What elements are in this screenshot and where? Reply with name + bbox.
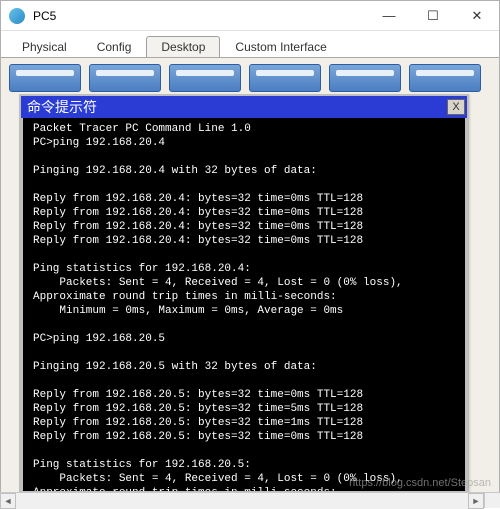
command-prompt-window: 命令提示符 X Packet Tracer PC Command Line 1.… xyxy=(19,94,469,495)
maximize-button[interactable]: ☐ xyxy=(411,1,455,31)
tab-bar: Physical Config Desktop Custom Interface xyxy=(1,31,499,57)
desktop-app-icon[interactable] xyxy=(89,64,161,92)
scroll-track[interactable] xyxy=(16,493,468,509)
scroll-corner xyxy=(484,492,500,508)
command-prompt-title: 命令提示符 xyxy=(27,97,447,117)
command-prompt-output[interactable]: Packet Tracer PC Command Line 1.0 PC>pin… xyxy=(21,118,467,493)
scroll-left-button[interactable]: ◄ xyxy=(0,493,16,509)
pc-icon xyxy=(9,8,25,24)
desktop-app-icon[interactable] xyxy=(169,64,241,92)
close-button[interactable]: ✕ xyxy=(455,1,499,31)
desktop-app-icon[interactable] xyxy=(249,64,321,92)
watermark-text: https://blog.csdn.net/Stepsan xyxy=(349,477,491,489)
titlebar: PC5 — ☐ ✕ xyxy=(1,1,499,31)
tab-custom-interface[interactable]: Custom Interface xyxy=(220,36,341,57)
desktop-app-icon[interactable] xyxy=(409,64,481,92)
desktop-workspace: 命令提示符 X Packet Tracer PC Command Line 1.… xyxy=(1,57,499,507)
app-window: PC5 — ☐ ✕ Physical Config Desktop Custom… xyxy=(0,0,500,508)
minimize-button[interactable]: — xyxy=(367,1,411,31)
window-title: PC5 xyxy=(33,9,367,23)
tab-physical[interactable]: Physical xyxy=(7,36,82,57)
command-prompt-close-button[interactable]: X xyxy=(447,99,465,115)
horizontal-scrollbar[interactable]: ◄ ► xyxy=(0,492,484,508)
command-prompt-titlebar[interactable]: 命令提示符 X xyxy=(21,96,467,118)
desktop-app-icon[interactable] xyxy=(9,64,81,92)
tab-config[interactable]: Config xyxy=(82,36,147,57)
desktop-app-icon[interactable] xyxy=(329,64,401,92)
tab-desktop[interactable]: Desktop xyxy=(146,36,220,57)
scroll-right-button[interactable]: ► xyxy=(468,493,484,509)
